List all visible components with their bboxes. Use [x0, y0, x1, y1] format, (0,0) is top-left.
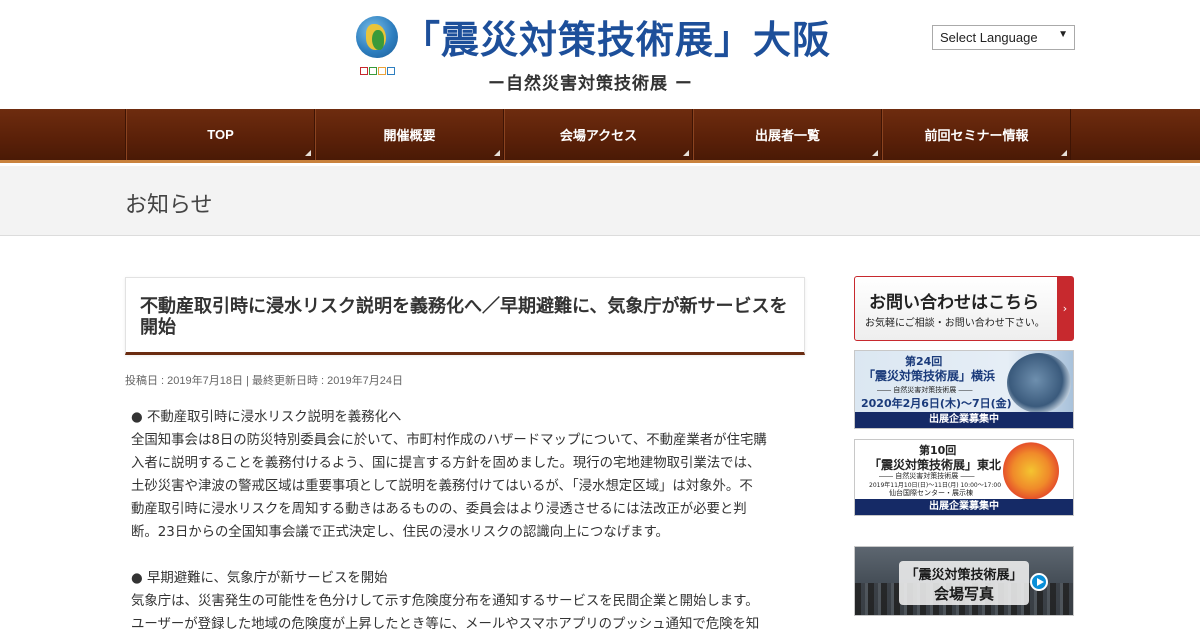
section-heading: ● 不動産取引時に浸水リスク説明を義務化へ: [131, 410, 402, 425]
logo-marks-icon: [360, 60, 400, 75]
banner-sub: ―― 自然災害対策技術展 ――: [877, 386, 973, 394]
logo-title: 「震災対策技術展」大阪: [402, 18, 832, 62]
nav-item-label: 前回セミナー情報: [924, 128, 1029, 143]
article-title: 不動産取引時に浸水リスク説明を義務化へ／早期避難に、気象庁が新サービスを開始: [140, 296, 788, 338]
section-heading: ● 早期避難に、気象庁が新サービスを開始: [131, 571, 388, 586]
article-header: 不動産取引時に浸水リスク説明を義務化へ／早期避難に、気象庁が新サービスを開始: [125, 277, 805, 355]
site-logo[interactable]: 「震災対策技術展」大阪 ー自然災害対策技術展 ー: [356, 14, 846, 94]
dropdown-arrow-icon: ▼: [1058, 29, 1068, 40]
banner-yokohama[interactable]: 第24回 「震災対策技術展」横浜 ―― 自然災害対策技術展 ―― 2020年2月…: [854, 350, 1074, 429]
language-select-label: Select Language: [940, 30, 1038, 45]
photo-label: 「震災対策技術展」 会場写真: [899, 561, 1029, 605]
photo-label-line1: 「震災対策技術展」: [905, 568, 1023, 583]
body-line: 土砂災害や津波の警戒区域は重要事項として説明を義務付けてはいるが、「浸水想定区域…: [131, 479, 753, 494]
corner-arrow-icon: [872, 150, 878, 156]
nav-item-overview[interactable]: 開催概要: [315, 109, 504, 160]
nav-item-exhibitors[interactable]: 出展者一覧: [693, 109, 882, 160]
nav-item-access[interactable]: 会場アクセス: [504, 109, 693, 160]
globe-logo-icon: [356, 16, 398, 58]
body-line: 断。23日からの全国知事会議で正式決定し、住民の浸水リスクの認識向上につなげます…: [131, 525, 669, 540]
photo-label-line2: 会場写真: [933, 585, 994, 603]
article-body: ● 不動産取引時に浸水リスク説明を義務化へ 全国知事会は8日の防災特別委員会に於…: [131, 406, 803, 630]
contact-title: お問い合わせはこちら: [869, 293, 1039, 313]
main-nav: TOP 開催概要 会場アクセス 出展者一覧 前回セミナー情報: [0, 109, 1200, 163]
corner-arrow-icon: [305, 150, 311, 156]
body-line: 全国知事会は8日の防災特別委員会に於いて、市町村作成のハザードマップについて、不…: [131, 433, 767, 448]
page-title-band: お知らせ: [0, 166, 1200, 236]
play-icon: [1030, 573, 1048, 591]
banner-strip: 出展企業募集中: [855, 412, 1073, 428]
nav-item-label: 開催概要: [383, 128, 436, 143]
body-line: 入者に説明することを義務付けるよう、国に提言する方針を固めました。現行の宅地建物…: [131, 456, 761, 471]
banner-strip: 出展企業募集中: [855, 499, 1073, 515]
corner-arrow-icon: [683, 150, 689, 156]
chevron-right-icon: ›: [1057, 277, 1073, 340]
contact-subtitle: お気軽にご相談・お問い合わせ下さい。: [865, 318, 1045, 329]
contact-button[interactable]: お問い合わせはこちら お気軽にご相談・お問い合わせ下さい。 ›: [854, 276, 1074, 341]
banner-dates: 2020年2月6日(木)〜7日(金): [861, 397, 1012, 410]
nav-item-label: 出展者一覧: [754, 128, 820, 143]
language-select[interactable]: Select Language ▼: [932, 25, 1075, 50]
body-line: 気象庁は、災害発生の可能性を色分けして示す危険度分布を通知するサービスを民間企業…: [131, 594, 759, 609]
corner-arrow-icon: [1061, 150, 1067, 156]
nav-item-label: 会場アクセス: [559, 128, 638, 143]
site-header: 「震災対策技術展」大阪 ー自然災害対策技術展 ー Select Language…: [0, 0, 1200, 109]
corner-arrow-icon: [494, 150, 500, 156]
japan-map-icon: [1003, 442, 1059, 500]
page-title: お知らせ: [125, 193, 213, 218]
earth-photo: [1007, 353, 1071, 413]
banner-venue: 仙台国際センター・展示棟: [889, 489, 973, 497]
nav-item-top[interactable]: TOP: [126, 109, 315, 160]
banner-name: 「震災対策技術展」横浜: [863, 369, 996, 383]
nav-item-label: TOP: [207, 127, 234, 142]
banner-tohoku[interactable]: 第10回 「震災対策技術展」東北 ―― 自然災害対策技術展 ―― 2019年11…: [854, 439, 1074, 516]
body-line: 動産取引時に浸水リスクを周知する動きはあるものの、委員会はより浸透させるには法改…: [131, 502, 747, 517]
body-line: ユーザーが登録した地域の危険度が上昇したとき等に、メールやスマホアプリのプッシュ…: [131, 617, 760, 630]
banner-venue-photos[interactable]: 「震災対策技術展」 会場写真: [854, 546, 1074, 616]
logo-subtitle: ー自然災害対策技術展 ー: [488, 74, 693, 94]
nav-item-seminar[interactable]: 前回セミナー情報: [882, 109, 1071, 160]
article-meta: 投稿日 : 2019年7月18日 | 最終更新日時 : 2019年7月24日: [125, 375, 403, 387]
